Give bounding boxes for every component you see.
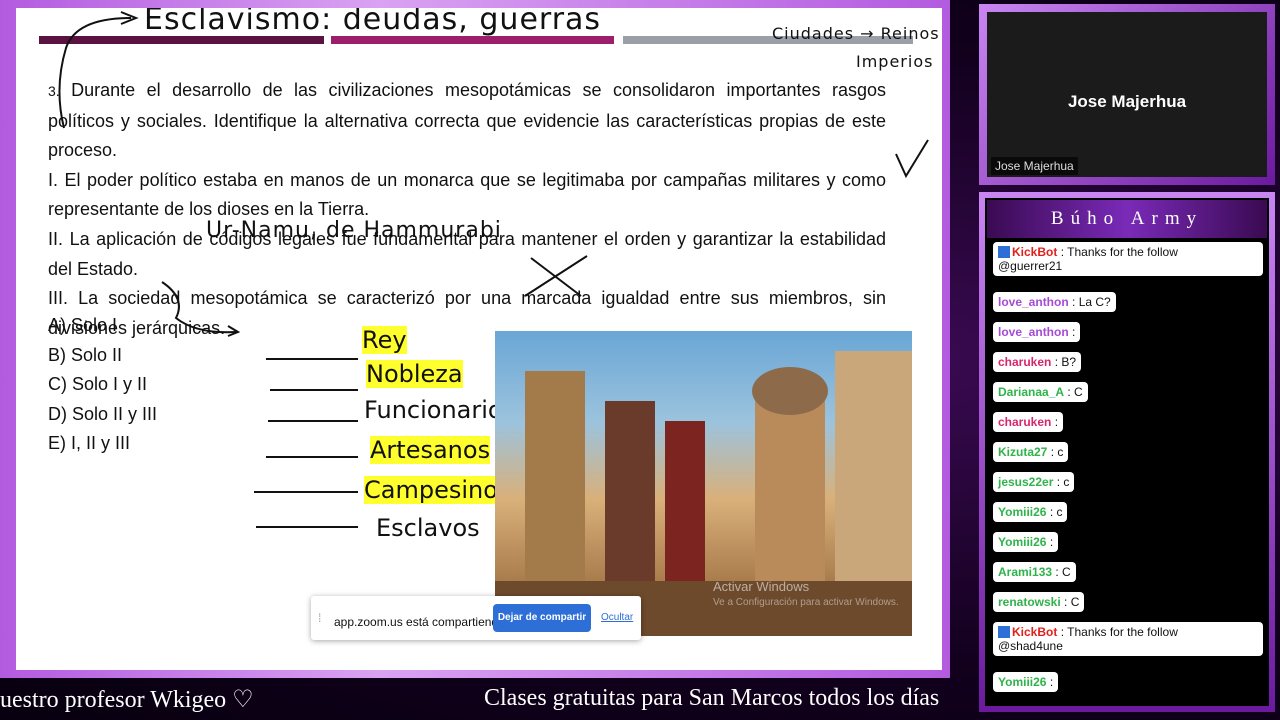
slide: Esclavismo: deudas, guerras Ciudades → R… xyxy=(16,8,942,670)
chat-text: : xyxy=(1072,325,1076,339)
chat-message: love_anthon : La C? xyxy=(993,292,1116,312)
chat-message: Yomiii26 : xyxy=(993,672,1059,692)
handwritten-empires: Imperios xyxy=(856,52,934,71)
camera-frame: Jose Majerhua Jose Majerhua xyxy=(979,4,1275,185)
chat-text: : La C? xyxy=(1072,295,1111,309)
bottom-ticker: uestro profesor Wkigeo ♡ Clases gratuita… xyxy=(0,680,950,720)
option-d: D) Solo II y III xyxy=(48,403,158,424)
participant-label: Jose Majerhua xyxy=(991,157,1078,175)
hierarchy-nobility: Nobleza xyxy=(366,360,463,388)
chat-message: charuken : B? xyxy=(993,352,1082,372)
chat-username[interactable]: charuken xyxy=(998,355,1051,369)
hierarchy-line xyxy=(270,389,358,391)
statement-1: I. El poder político estaba en manos de … xyxy=(48,169,886,220)
chat-username[interactable]: Kizuta27 xyxy=(998,445,1047,459)
slide-frame: Esclavismo: deudas, guerras Ciudades → R… xyxy=(0,0,950,678)
drag-handle-icon[interactable]: ⁞ xyxy=(318,611,321,625)
bot-badge-icon xyxy=(998,626,1010,638)
chat-username[interactable]: jesus22er xyxy=(998,475,1053,489)
ticker-left: uestro profesor Wkigeo ♡ xyxy=(0,687,254,713)
chat-text: : xyxy=(1049,675,1054,689)
hierarchy-line xyxy=(268,420,358,422)
chat-message: charuken : xyxy=(993,412,1064,432)
bot-badge-icon xyxy=(998,246,1010,258)
handwritten-codes: Ur-Namu, de Hammurabi xyxy=(206,218,502,243)
chat-text: : B? xyxy=(1054,355,1077,369)
handwritten-cities: Ciudades → Reinos xyxy=(772,24,940,43)
chat-message: KickBot : Thanks for the follow @guerrer2… xyxy=(993,242,1263,276)
chat-message: Yomiii26 : c xyxy=(993,502,1068,522)
header-bar-2 xyxy=(331,36,614,44)
chat-text: : c xyxy=(1050,445,1064,459)
stream-layout: Esclavismo: deudas, guerras Ciudades → R… xyxy=(0,0,1280,720)
chat-text: : c xyxy=(1056,475,1070,489)
chat-text: : C xyxy=(1055,565,1071,579)
chat-username[interactable]: charuken xyxy=(998,415,1051,429)
chat-message: Darianaa_A : C xyxy=(993,382,1088,402)
chat-username[interactable]: Arami133 xyxy=(998,565,1052,579)
chat-username[interactable]: KickBot xyxy=(1012,625,1057,639)
hierarchy-line xyxy=(256,526,358,528)
chat-username[interactable]: love_anthon xyxy=(998,325,1069,339)
option-a: A) Solo I xyxy=(48,315,118,335)
hierarchy-artisans: Artesanos xyxy=(370,436,491,464)
checkmark-icon xyxy=(895,139,929,179)
cross-out-icon xyxy=(524,255,588,297)
answer-options: A) Solo I B) Solo II C) Solo I y II D) S… xyxy=(48,311,157,459)
chat-text: : Thanks for the follow xyxy=(1060,245,1178,259)
hierarchy-line xyxy=(266,456,358,458)
chat-username[interactable]: love_anthon xyxy=(998,295,1069,309)
stop-sharing-button[interactable]: Dejar de compartir xyxy=(493,604,591,632)
question-intro: 3. Durante el desarrollo de las civiliza… xyxy=(48,80,886,161)
chat-text: : Thanks for the follow xyxy=(1060,625,1178,639)
chat-text: : c xyxy=(1049,505,1063,519)
hierarchy-king: Rey xyxy=(362,326,407,354)
hide-link[interactable]: Ocultar xyxy=(601,612,633,623)
option-c: C) Solo I y II xyxy=(48,374,148,395)
chat-text-line2: @shad4une xyxy=(998,639,1063,653)
option-b: B) Solo II xyxy=(48,344,123,365)
chat-message: jesus22er : c xyxy=(993,472,1075,492)
chat-username[interactable]: KickBot xyxy=(1012,245,1057,259)
chat-username[interactable]: Darianaa_A xyxy=(998,385,1064,399)
hierarchy-line xyxy=(254,491,358,493)
chat-text: : xyxy=(1049,535,1054,549)
chat-frame: Búho Army KickBot : Thanks for the follo… xyxy=(979,192,1275,712)
screen-share-bar: ⁞ app.zoom.us está compartiendo tu panta… xyxy=(311,596,641,640)
chat-text: : xyxy=(1054,415,1059,429)
option-e: E) I, II y III xyxy=(48,433,131,454)
chat-message: Arami133 : C xyxy=(993,562,1076,582)
ticker-right: Clases gratuitas para San Marcos todos l… xyxy=(484,685,940,711)
chat-text-line2: @guerrer21 xyxy=(998,259,1063,273)
chat-text: : C xyxy=(1067,385,1083,399)
chat-message: Kizuta27 : c xyxy=(993,442,1069,462)
watermark-line-2: Ve a Configuración para activar Windows. xyxy=(713,597,899,608)
chat-message: love_anthon : xyxy=(993,322,1081,342)
arrow-annotation-icon xyxy=(161,281,241,337)
mesopotamian-battle-image: Activar Windows Ve a Configuración para … xyxy=(495,331,912,636)
battle-illustration xyxy=(495,351,912,636)
chat-title: Búho Army xyxy=(987,200,1267,238)
participant-name: Jose Majerhua xyxy=(1067,92,1187,111)
chat-message: KickBot : Thanks for the follow @shad4une xyxy=(993,622,1263,656)
hierarchy-slaves: Esclavos xyxy=(376,514,480,542)
hierarchy-officials: Funcionarios xyxy=(364,396,516,424)
watermark-line-1: Activar Windows xyxy=(713,579,810,594)
chat-panel: Búho Army KickBot : Thanks for the follo… xyxy=(985,198,1269,706)
handwritten-title: Esclavismo: deudas, guerras xyxy=(144,8,602,37)
chat-username[interactable]: Yomiii26 xyxy=(998,675,1046,689)
chat-username[interactable]: renatowski xyxy=(998,595,1061,609)
hierarchy-line xyxy=(266,358,358,360)
chat-message: renatowski : C xyxy=(993,592,1085,612)
chat-text: : C xyxy=(1064,595,1080,609)
chat-username[interactable]: Yomiii26 xyxy=(998,505,1046,519)
hierarchy-peasants: Campesinos xyxy=(364,476,511,504)
camera-feed: Jose Majerhua Jose Majerhua xyxy=(987,12,1267,177)
chat-message: Yomiii26 : xyxy=(993,532,1059,552)
chat-username[interactable]: Yomiii26 xyxy=(998,535,1046,549)
